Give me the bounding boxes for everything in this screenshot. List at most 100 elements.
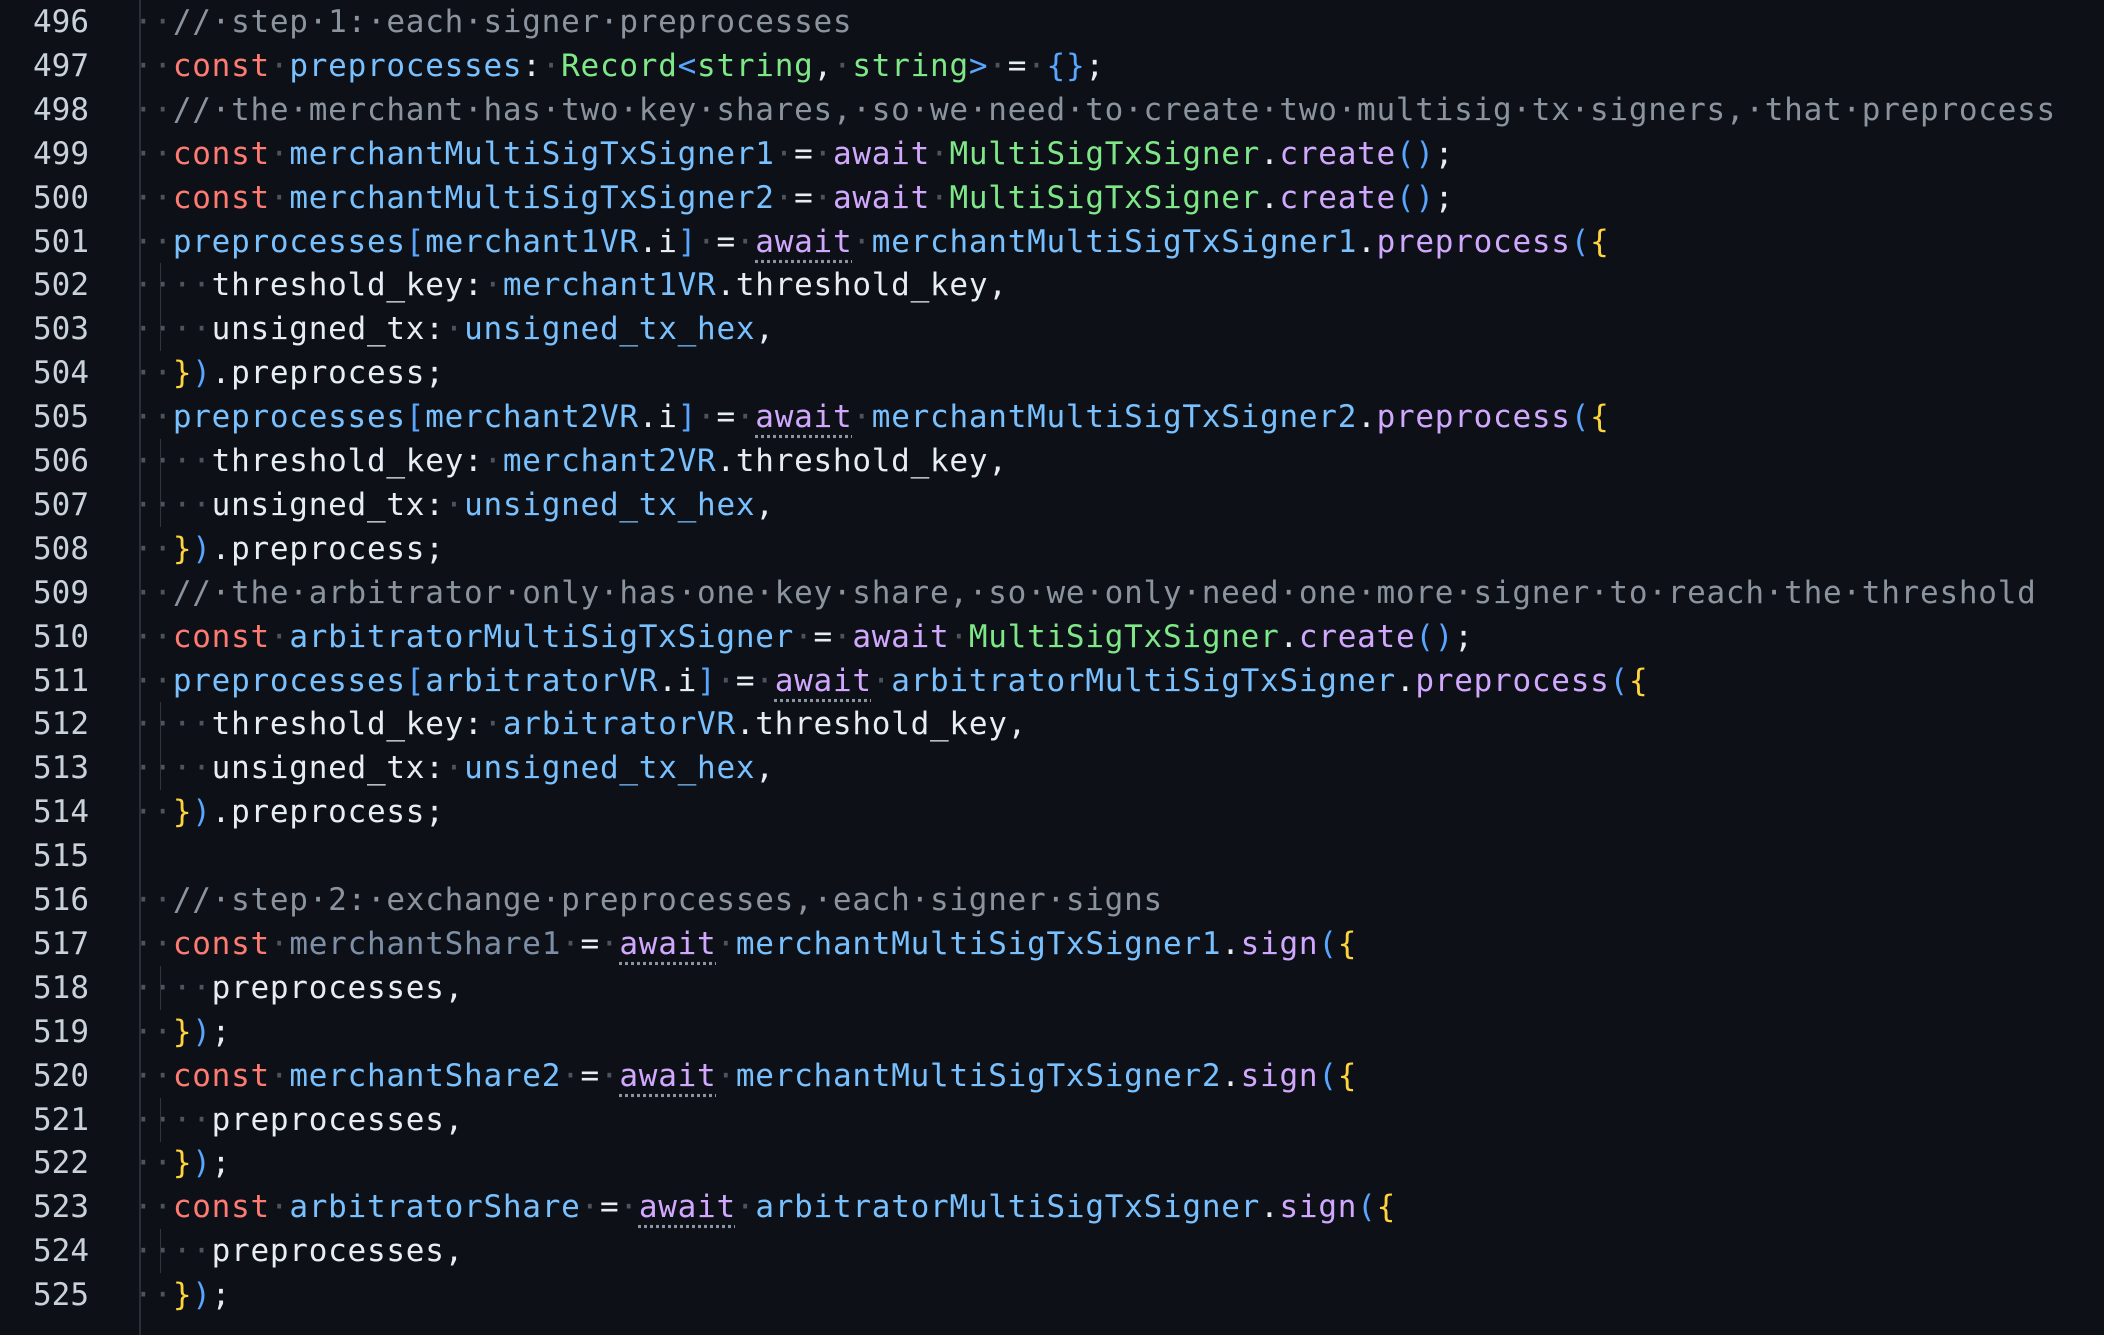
token-ws: · <box>832 47 853 84</box>
token-paren: {} <box>1046 47 1086 84</box>
code-line-text: ··}).preprocess; <box>134 351 445 395</box>
code-line-text: ··}); <box>134 1141 231 1185</box>
code-line-text: ··//·the·arbitrator·only·has·one·key·sha… <box>134 571 2037 615</box>
token-var: merchant2VR <box>502 443 717 479</box>
token-text: = <box>599 1189 620 1226</box>
token-text: , <box>755 750 775 787</box>
token-bracket: [ <box>405 399 426 436</box>
line-number: 520 <box>33 1057 89 1094</box>
token-ws: · <box>930 135 950 172</box>
code-line: ··const·preprocesses:·Record<string,·str… <box>134 44 2104 88</box>
code-line-text: ··preprocesses[merchant1VR.i]·=·await·me… <box>134 220 1610 264</box>
indent-whitespace: ···· <box>134 750 212 787</box>
token-comment: //·step·2:·exchange·preprocesses,·each·s… <box>172 882 1163 918</box>
token-ws: · <box>871 662 892 699</box>
code-line: ··}); <box>134 1273 2104 1317</box>
indent-whitespace: ···· <box>134 1233 212 1270</box>
indent-guide <box>160 965 161 1010</box>
token-paren: > <box>968 47 989 84</box>
token-ws: · <box>580 1189 600 1226</box>
token-text: . <box>1221 1057 1241 1094</box>
token-var: merchantMultiSigTxSigner2 <box>289 179 775 216</box>
line-number: 506 <box>33 443 89 479</box>
token-paren: ) <box>192 530 212 567</box>
token-ws: · <box>697 223 717 260</box>
token-var: preprocesses <box>172 399 406 436</box>
token-var: merchantMultiSigTxSigner1 <box>289 135 775 172</box>
token-text: = <box>580 1057 600 1094</box>
token-keyword: const <box>172 135 270 172</box>
line-number: 504 <box>33 355 89 392</box>
line-number: 496 <box>33 4 89 40</box>
token-type: MultiSigTxSigner <box>949 135 1261 172</box>
token-var: arbitratorMultiSigTxSigner <box>289 618 795 655</box>
token-ws: · <box>561 1057 581 1094</box>
token-text: ; <box>1454 618 1474 655</box>
token-var: unsigned_tx_hex <box>464 486 756 523</box>
token-text: . <box>1260 1189 1280 1226</box>
token-paren: ) <box>192 794 212 831</box>
token-func: preprocess <box>1376 223 1571 260</box>
token-text: .preprocess; <box>211 530 445 567</box>
token-text: , <box>755 486 775 523</box>
token-ws: · <box>444 486 465 523</box>
token-text: : <box>425 486 445 523</box>
indent-whitespace: ···· <box>134 1101 212 1138</box>
indent-whitespace: ·· <box>134 1013 173 1050</box>
token-brace: } <box>172 794 193 831</box>
token-brace: } <box>172 1277 193 1314</box>
token-type: string <box>697 47 814 84</box>
token-ws: · <box>269 135 290 172</box>
token-prop: threshold_key <box>211 443 465 479</box>
line-number: 505 <box>33 399 89 436</box>
token-var: preprocesses <box>172 662 406 699</box>
token-func: preprocess <box>1415 662 1610 699</box>
code-line: ····threshold_key:·arbitratorVR.threshol… <box>134 702 2104 747</box>
token-var: arbitratorMultiSigTxSigner <box>755 1189 1261 1226</box>
token-awaitdot: await <box>638 1189 736 1226</box>
line-number: 518 <box>33 969 89 1006</box>
code-line: ····threshold_key:·merchant1VR.threshold… <box>134 263 2104 308</box>
line-number: 507 <box>33 486 89 523</box>
line-number: 524 <box>33 1233 89 1270</box>
line-number: 499 <box>33 135 89 172</box>
token-prop: unsigned_tx <box>211 486 426 523</box>
token-text: .preprocess; <box>211 355 445 392</box>
code-line-text: ··//·step·1:·each·signer·preprocesses <box>134 0 852 44</box>
token-var: preprocesses <box>289 47 523 84</box>
line-number: 511 <box>33 662 89 699</box>
token-paren: ) <box>192 1145 212 1182</box>
code-editor[interactable]: 496 497 498 499 500 501 502 503 504 505 506 507 508 5… <box>0 0 2104 1335</box>
token-text: : <box>522 47 542 84</box>
token-comment: //·the·merchant·has·two·key·shares,·so·w… <box>172 91 2056 128</box>
token-ws: · <box>561 925 581 962</box>
code-line-text: ··const·arbitratorMultiSigTxSigner·=·awa… <box>134 615 1474 659</box>
code-line: ····preprocesses, <box>134 1229 2104 1274</box>
token-paren: ( <box>1357 1189 1377 1226</box>
code-area[interactable]: ··//·step·1:·each·signer·preprocesses ··c… <box>134 0 2104 1335</box>
token-brace: { <box>1628 662 1649 699</box>
code-line-text: ··}).preprocess; <box>134 527 445 571</box>
token-text: = <box>716 223 736 260</box>
token-ws: · <box>697 399 717 436</box>
line-number: 521 <box>33 1101 89 1138</box>
token-var: arbitratorVR <box>502 706 736 743</box>
code-line-text: ··preprocesses[arbitratorVR.i]·=·await·a… <box>134 659 1648 703</box>
token-var: merchantMultiSigTxSigner1 <box>735 925 1222 962</box>
token-ws: · <box>599 1057 620 1094</box>
token-brace: } <box>172 355 193 392</box>
token-await: await <box>852 618 950 655</box>
token-text: .threshold_key, <box>735 706 1028 743</box>
code-line: ····unsigned_tx:·unsigned_tx_hex, <box>134 482 2104 527</box>
code-line-text: ····threshold_key:·arbitratorVR.threshol… <box>134 702 1027 746</box>
token-ws: · <box>1027 47 1047 84</box>
token-type: Record <box>561 47 678 84</box>
token-keyword: const <box>172 925 270 962</box>
token-var: merchant2VR <box>425 399 639 436</box>
code-line-text: ··//·the·merchant·has·two·key·shares,·so… <box>134 88 2056 132</box>
token-ws: · <box>269 925 290 962</box>
token-brace: { <box>1376 1189 1396 1226</box>
token-text: . <box>1279 618 1299 655</box>
code-line: ··}).preprocess; <box>134 351 2104 395</box>
token-brace: { <box>1590 223 1610 260</box>
